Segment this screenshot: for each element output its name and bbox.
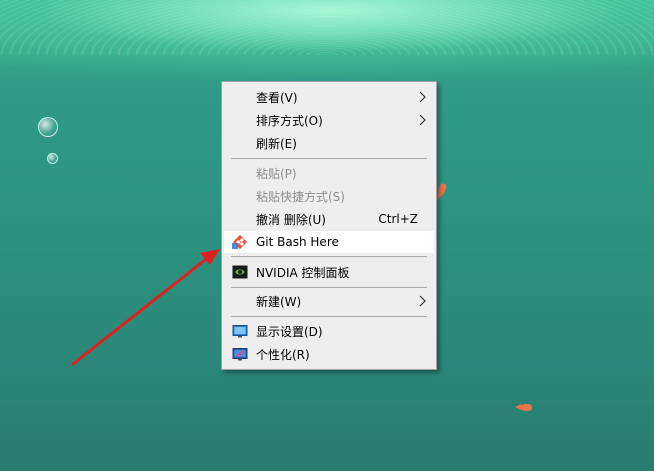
menu-item-shortcut: Ctrl+Z [378,212,418,226]
menu-item-paste[interactable]: 粘贴(P) [224,162,434,184]
menu-separator [231,256,427,257]
git-icon [232,234,248,250]
fish-decoration [515,404,532,411]
menu-item-label: NVIDIA 控制面板 [256,265,350,280]
menu-item-git-bash-here[interactable]: Git Bash Here [224,231,434,253]
menu-item-label: 粘贴(P) [256,166,297,181]
menu-item-label: 刷新(E) [256,136,297,151]
submenu-arrow-icon [419,114,426,126]
menu-item-personalize[interactable]: 个性化(R) [224,343,434,365]
menu-item-label: 新建(W) [256,294,302,309]
menu-item-paste-shortcut[interactable]: 粘贴快捷方式(S) [224,185,434,207]
menu-item-label: 显示设置(D) [256,324,323,339]
submenu-arrow-icon [419,91,426,103]
menu-item-view[interactable]: 查看(V) [224,86,434,108]
menu-item-undo-delete[interactable]: 撤消 删除(U) Ctrl+Z [224,208,434,230]
menu-item-label: 排序方式(O) [256,113,323,128]
bubble-decoration [38,117,58,137]
menu-item-sort-by[interactable]: 排序方式(O) [224,109,434,131]
desktop-context-menu: 查看(V) 排序方式(O) 刷新(E) 粘贴(P) 粘贴快捷方式(S) 撤消 删… [221,81,437,370]
submenu-arrow-icon [419,295,426,307]
menu-item-label: Git Bash Here [256,235,339,249]
menu-separator [231,316,427,317]
personalize-icon [232,348,248,361]
menu-item-display-settings[interactable]: 显示设置(D) [224,320,434,342]
menu-item-label: 撤消 删除(U) [256,212,326,227]
desktop-background[interactable]: 查看(V) 排序方式(O) 刷新(E) 粘贴(P) 粘贴快捷方式(S) 撤消 删… [0,0,654,471]
nvidia-icon [232,265,248,279]
menu-item-new[interactable]: 新建(W) [224,290,434,312]
display-settings-icon [232,325,248,338]
menu-item-label: 粘贴快捷方式(S) [256,189,345,204]
menu-item-nvidia-control-panel[interactable]: NVIDIA 控制面板 [224,261,434,283]
bubble-decoration [47,153,58,164]
menu-item-refresh[interactable]: 刷新(E) [224,132,434,154]
fish-decoration [436,182,448,197]
menu-separator [231,287,427,288]
menu-separator [231,158,427,159]
menu-item-label: 个性化(R) [256,347,310,362]
menu-item-label: 查看(V) [256,90,298,105]
water-surface-decoration [0,0,654,55]
